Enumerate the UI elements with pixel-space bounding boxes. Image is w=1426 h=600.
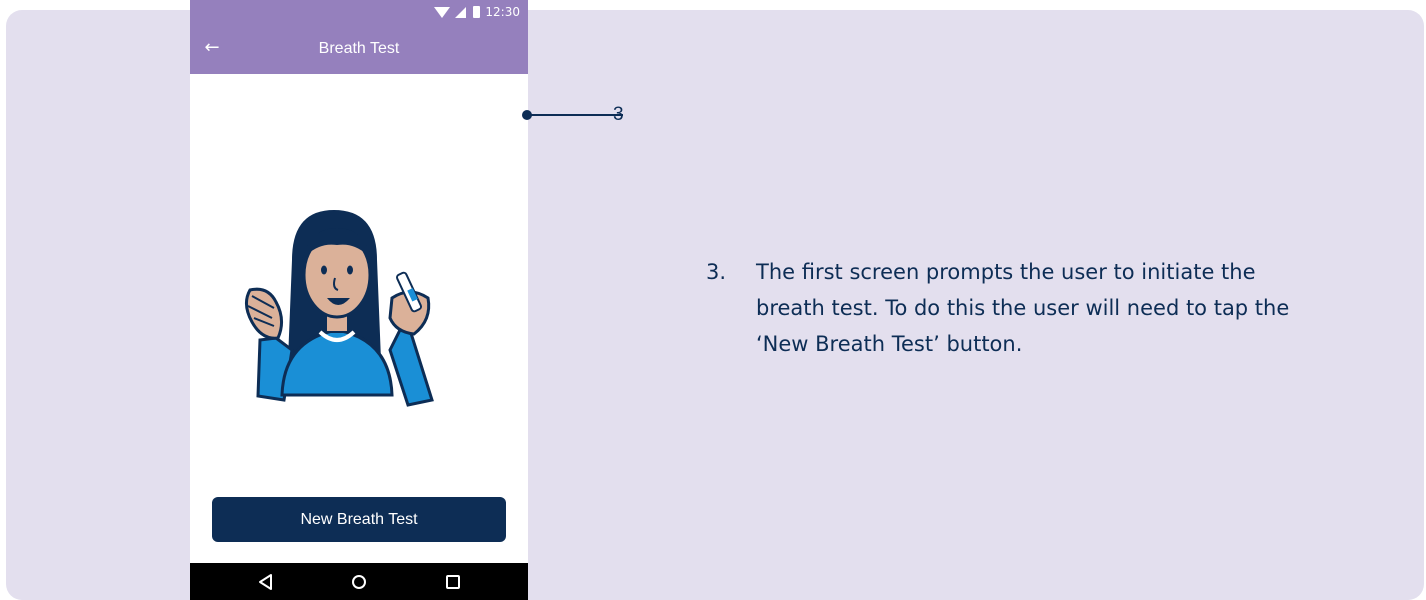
app-bar: ← Breath Test [190,24,528,74]
instruction-text: The first screen prompts the user to ini… [756,260,1290,356]
status-bar: 12:30 [190,0,528,24]
app-bar-title: Breath Test [318,40,400,57]
phone-screen: 12:30 ← Breath Test New Breath Test [190,0,528,600]
instruction-step: 3. The first screen prompts the user to … [706,254,1326,362]
wifi-icon [434,6,451,18]
status-icons: 12:30 [434,4,520,20]
nav-recent-icon[interactable] [443,572,463,592]
signal-icon [455,6,467,18]
battery-icon [473,6,481,18]
woman-illustration [245,210,434,407]
android-nav-bar [190,563,528,600]
callout-number: 3 [613,104,624,125]
nav-back-icon[interactable] [256,572,276,592]
new-breath-test-button[interactable]: New Breath Test [212,497,506,542]
callout-line [527,114,623,116]
status-time: 12:30 [485,5,520,19]
nav-home-icon[interactable] [349,572,369,592]
instruction-number: 3. [706,260,727,284]
